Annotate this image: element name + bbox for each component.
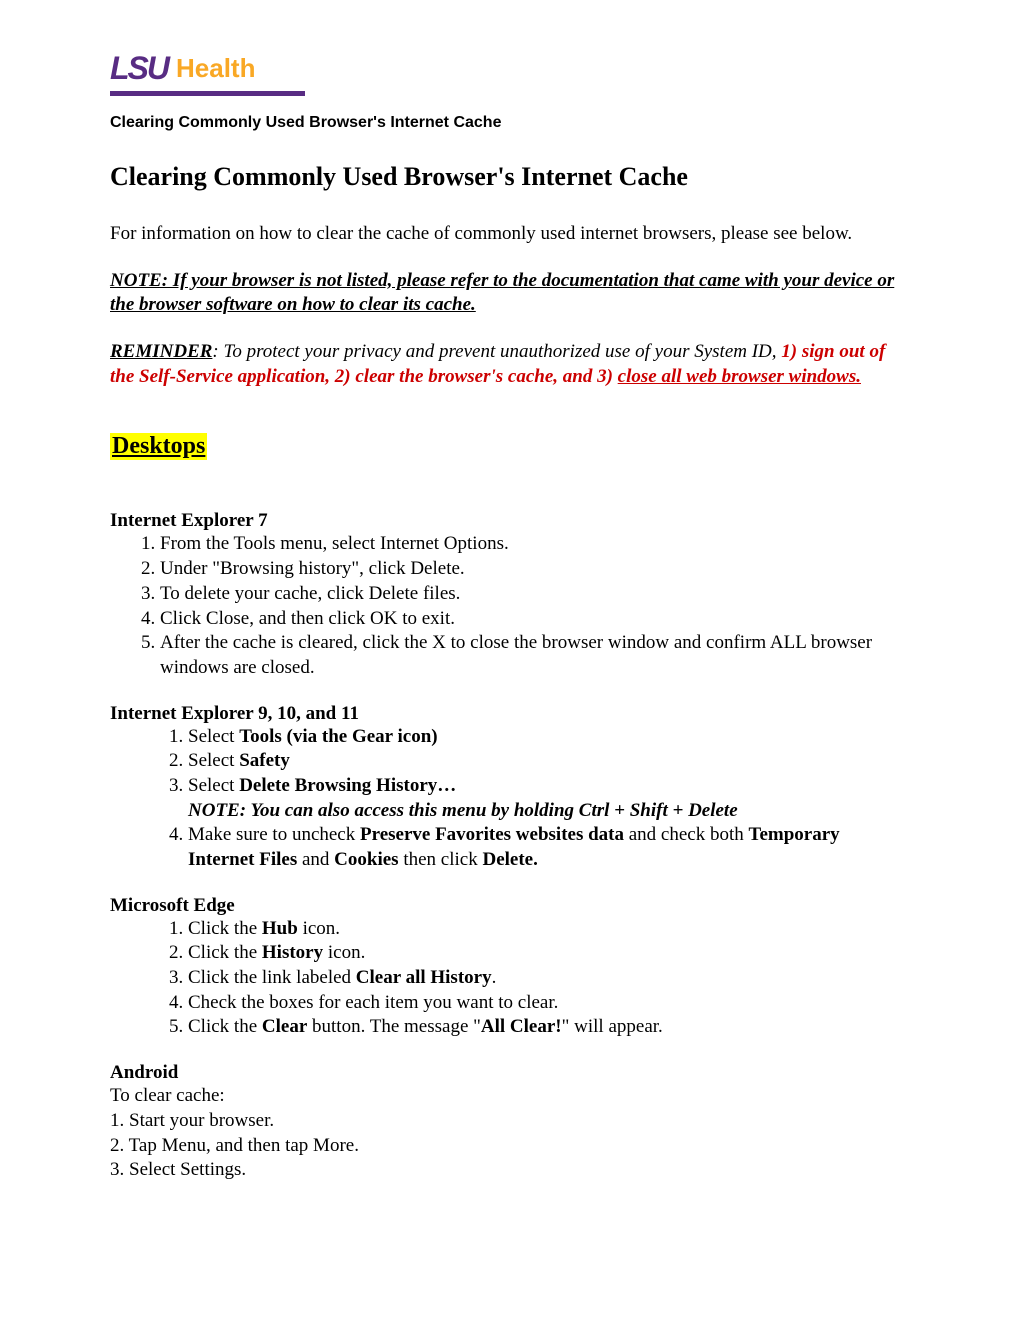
step-text: Click the — [188, 918, 262, 939]
step-text: and check both — [624, 824, 749, 845]
list-item: Click Close, and then click OK to exit. — [160, 607, 910, 632]
ie7-title: Internet Explorer 7 — [110, 510, 910, 532]
page-title: Clearing Commonly Used Browser's Interne… — [110, 162, 910, 192]
step-text: Click the — [188, 1016, 262, 1037]
reminder-colon: : — [212, 341, 223, 362]
step-bold: Cookies — [334, 849, 398, 870]
step-bold: Hub — [262, 918, 298, 939]
step-text: and — [297, 849, 334, 870]
list-item: 2. Tap Menu, and then tap More. — [110, 1134, 910, 1159]
list-item: Check the boxes for each item you want t… — [188, 991, 910, 1016]
step-bold: Safety — [239, 750, 290, 771]
step-bold: Clear — [262, 1016, 307, 1037]
list-item: 1. Start your browser. — [110, 1109, 910, 1134]
logo: LSU Health — [110, 50, 305, 96]
list-item: Select Delete Browsing History… NOTE: You… — [188, 774, 910, 823]
reminder-label: REMINDER — [110, 341, 212, 362]
document-header: Clearing Commonly Used Browser's Interne… — [110, 114, 910, 132]
list-item: Under "Browsing history", click Delete. — [160, 557, 910, 582]
step-text: Select — [188, 750, 239, 771]
note-block: NOTE: If your browser is not listed, ple… — [110, 269, 910, 318]
step-bold: All Clear! — [481, 1016, 562, 1037]
list-item: Select Tools (via the Gear icon) — [188, 725, 910, 750]
step-text: Select — [188, 775, 239, 796]
step-text: " will appear. — [562, 1016, 663, 1037]
list-item: Make sure to uncheck Preserve Favorites … — [188, 823, 910, 872]
edge-title: Microsoft Edge — [110, 895, 910, 917]
step-note: NOTE: You can also access this menu by h… — [188, 800, 738, 821]
step-text: icon. — [298, 918, 340, 939]
step-text: then click — [399, 849, 483, 870]
ie9-title: Internet Explorer 9, 10, and 11 — [110, 703, 910, 725]
step-text: icon. — [323, 942, 365, 963]
step-bold: Preserve Favorites websites data — [360, 824, 624, 845]
reminder-step-3: close all web browser windows. — [618, 366, 861, 387]
list-item: Click the Clear button. The message "All… — [188, 1015, 910, 1040]
android-title: Android — [110, 1062, 910, 1084]
list-item: Click the Hub icon. — [188, 917, 910, 942]
list-item: From the Tools menu, select Internet Opt… — [160, 532, 910, 557]
step-bold: Delete. — [482, 849, 537, 870]
step-text: Select — [188, 726, 239, 747]
ie7-steps: From the Tools menu, select Internet Opt… — [110, 532, 910, 680]
step-text: . — [492, 967, 497, 988]
list-item: Click the link labeled Clear all History… — [188, 966, 910, 991]
list-item: To delete your cache, click Delete files… — [160, 582, 910, 607]
android-steps: 1. Start your browser. 2. Tap Menu, and … — [110, 1109, 910, 1183]
ie9-steps: Select Tools (via the Gear icon) Select … — [110, 725, 910, 873]
reminder-text: To protect your privacy and prevent unau… — [224, 341, 782, 362]
step-text: Make sure to uncheck — [188, 824, 360, 845]
step-bold: Delete Browsing History… — [239, 775, 456, 796]
logo-lsu-text: LSU — [110, 50, 168, 87]
list-item: Click the History icon. — [188, 941, 910, 966]
list-item: After the cache is cleared, click the X … — [160, 631, 910, 680]
step-bold: Tools (via the Gear icon) — [239, 726, 437, 747]
step-text: button. The message " — [307, 1016, 481, 1037]
android-pretext: To clear cache: — [110, 1084, 910, 1109]
step-text: Click the link labeled — [188, 967, 356, 988]
list-item: Select Safety — [188, 749, 910, 774]
list-item: 3. Select Settings. — [110, 1158, 910, 1183]
step-bold: Clear all History — [356, 967, 492, 988]
step-bold: History — [262, 942, 323, 963]
section-heading-desktops: Desktops — [110, 433, 207, 460]
edge-steps: Click the Hub icon. Click the History ic… — [110, 917, 910, 1040]
reminder-block: REMINDER: To protect your privacy and pr… — [110, 340, 910, 389]
logo-health-text: Health — [176, 53, 255, 84]
step-text: Click the — [188, 942, 262, 963]
intro-paragraph: For information on how to clear the cach… — [110, 222, 910, 247]
